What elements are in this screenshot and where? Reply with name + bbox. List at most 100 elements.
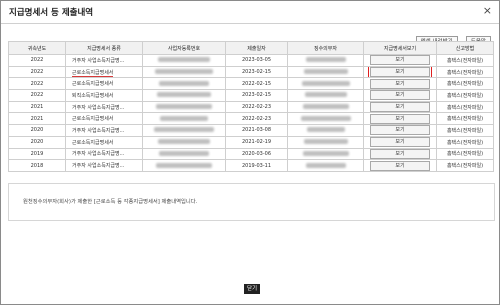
- cell-type-text: 근로소득지급명세서: [72, 139, 114, 146]
- redacted-withholder: [306, 127, 345, 133]
- table-row: 2022 근로소득지급명세서 2022-02-15 보기 홈택스(전자파일): [8, 77, 494, 91]
- cell-view: 보기: [363, 135, 437, 149]
- cell-type: 거주자 사업소득지급명...: [65, 100, 143, 114]
- cell-business-number: [142, 159, 226, 172]
- redacted-business-number: [158, 139, 210, 145]
- cell-withholder: [287, 124, 364, 137]
- submission-table: 귀속년도 지급명세서 종류 사업자등록번호 제출일자 징수의무자 지급명세서보기…: [8, 41, 494, 172]
- cell-withholder: [287, 159, 364, 172]
- cell-submit-date: 2021-02-19: [225, 135, 288, 149]
- cell-business-number: [142, 124, 226, 137]
- redacted-business-number: [160, 115, 208, 121]
- cell-withholder: [287, 112, 364, 126]
- cell-business-number: [142, 112, 226, 126]
- cell-submit-date: 2022-02-23: [225, 100, 288, 114]
- close-button[interactable]: 닫기: [244, 284, 260, 294]
- view-button[interactable]: 보기: [370, 160, 430, 171]
- cell-withholder: [287, 54, 364, 67]
- cell-view: 보기: [363, 54, 437, 67]
- cell-method: 홈택스(전자파일): [436, 159, 494, 172]
- cell-type-text: 거주자 사업소득지급명...: [72, 127, 125, 134]
- view-button[interactable]: 보기: [370, 78, 430, 89]
- redacted-withholder: [301, 80, 350, 86]
- redacted-withholder: [305, 57, 346, 63]
- cell-business-number: [142, 89, 226, 102]
- cell-submit-date: 2020-03-06: [225, 147, 288, 161]
- cell-view: 보기: [363, 100, 437, 114]
- view-button[interactable]: 보기: [370, 113, 430, 124]
- info-note-text: 원천징수의무자(회사)가 제출한 [근로소득 등 각종지급명세서] 제출내역입니…: [23, 199, 198, 205]
- view-button[interactable]: 보기: [370, 102, 430, 112]
- cell-type-text: 거주자 사업소득지급명...: [72, 163, 125, 170]
- redacted-withholder: [302, 150, 349, 156]
- table-row: 2022 거주자 사업소득지급명... 2023-03-05 보기 홈택스(전자파일): [8, 54, 494, 67]
- cell-submit-date: 2019-03-11: [225, 159, 288, 172]
- cell-type-text: 거주자 사업소득지급명...: [72, 57, 125, 64]
- cell-method: 홈택스(전자파일): [436, 100, 494, 114]
- cell-year: 2022: [8, 54, 66, 67]
- header-submit-date: 제출일자: [225, 41, 288, 55]
- cell-year: 2019: [8, 147, 66, 161]
- table-row: 2018 거주자 사업소득지급명... 2019-03-11 보기 홈택스(전자파일): [8, 159, 494, 172]
- view-button[interactable]: 보기: [370, 148, 430, 159]
- table-row: 2022 퇴직소득지급명세서 2023-02-15 보기 홈택스(전자파일): [8, 89, 494, 102]
- cell-type-text: 근로소득지급명세서: [72, 81, 114, 88]
- header-method: 신고방법: [436, 41, 494, 55]
- cell-withholder: [287, 89, 364, 102]
- cell-submit-date: 2023-02-15: [225, 89, 288, 102]
- cell-method: 홈택스(전자파일): [436, 147, 494, 161]
- view-button[interactable]: 보기: [370, 137, 430, 148]
- cell-year: 2020: [8, 135, 66, 149]
- cell-type-text: 거주자 사업소득지급명...: [72, 104, 125, 111]
- cell-withholder: [287, 100, 364, 114]
- cell-withholder: [287, 65, 364, 79]
- cell-year: 2018: [8, 159, 66, 172]
- table-row: 2021 거주자 사업소득지급명... 2022-02-23 보기 홈택스(전자파일): [8, 100, 494, 114]
- view-button[interactable]: 보기: [368, 67, 432, 77]
- cell-type: 거주자 사업소득지급명...: [65, 159, 143, 172]
- cell-view: 보기: [363, 112, 437, 126]
- dialog-title: 지급명세서 등 제출내역: [9, 8, 94, 18]
- cell-submit-date: 2023-03-05: [225, 54, 288, 67]
- cell-type-text: 퇴직소득지급명세서: [72, 92, 114, 99]
- cell-type-text: 근로소득지급명세서: [72, 69, 114, 77]
- cell-view: 보기: [363, 159, 437, 172]
- table-row: 2020 근로소득지급명세서 2021-02-19 보기 홈택스(전자파일): [8, 135, 494, 149]
- redacted-withholder: [302, 104, 349, 110]
- cell-view: 보기: [363, 124, 437, 137]
- header-view: 지급명세서보기: [363, 41, 437, 55]
- close-icon[interactable]: ×: [483, 5, 492, 17]
- cell-type-text: 근로소득지급명세서: [72, 116, 114, 123]
- cell-type: 근로소득지급명세서: [65, 65, 143, 79]
- cell-method: 홈택스(전자파일): [436, 112, 494, 126]
- header-type: 지급명세서 종류: [65, 41, 143, 55]
- cell-year: 2021: [8, 100, 66, 114]
- cell-type: 거주자 사업소득지급명...: [65, 147, 143, 161]
- cell-submit-date: 2021-03-08: [225, 124, 288, 137]
- cell-method: 홈택스(전자파일): [436, 65, 494, 79]
- cell-type: 퇴직소득지급명세서: [65, 89, 143, 102]
- header-year: 귀속년도: [8, 41, 66, 55]
- redacted-business-number: [155, 69, 213, 75]
- toolbar: 엑셀 내려받기 도움말: [413, 28, 491, 48]
- header-business-number: 사업자등록번호: [142, 41, 226, 55]
- cell-method: 홈택스(전자파일): [436, 89, 494, 102]
- cell-submit-date: 2023-02-15: [225, 65, 288, 79]
- table-row: 2022 근로소득지급명세서 2023-02-15 보기 홈택스(전자파일): [8, 65, 494, 79]
- redacted-withholder: [305, 162, 346, 168]
- redacted-business-number: [157, 92, 211, 98]
- info-note: 원천징수의무자(회사)가 제출한 [근로소득 등 각종지급명세서] 제출내역입니…: [8, 183, 495, 221]
- cell-type: 근로소득지급명세서: [65, 135, 143, 149]
- cell-business-number: [142, 100, 226, 114]
- view-button[interactable]: 보기: [370, 90, 430, 101]
- cell-type: 거주자 사업소득지급명...: [65, 124, 143, 137]
- redacted-business-number: [156, 162, 212, 168]
- view-button[interactable]: 보기: [370, 125, 430, 136]
- cell-method: 홈택스(전자파일): [436, 124, 494, 137]
- cell-method: 홈택스(전자파일): [436, 77, 494, 91]
- redacted-withholder: [300, 115, 351, 121]
- view-button[interactable]: 보기: [370, 55, 430, 66]
- cell-submit-date: 2022-02-23: [225, 112, 288, 126]
- submission-history-dialog: 지급명세서 등 제출내역 × 엑셀 내려받기 도움말 귀속년도 지급명세서 종류…: [0, 0, 500, 305]
- cell-business-number: [142, 54, 226, 67]
